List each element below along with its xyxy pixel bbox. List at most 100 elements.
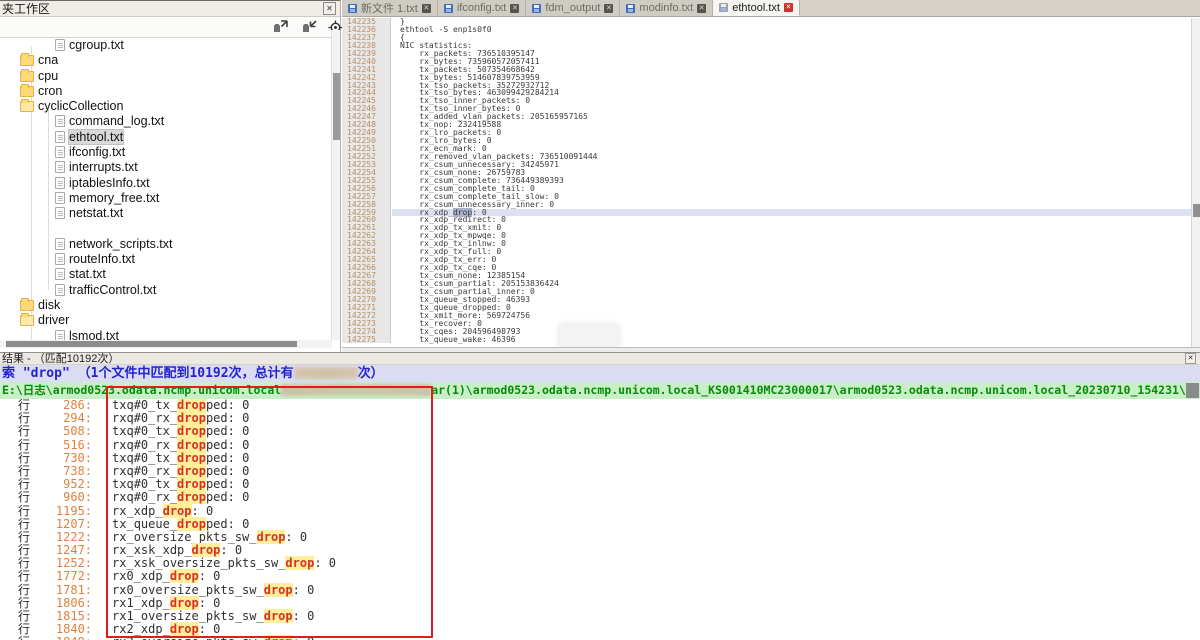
editor-vertical-scrollbar[interactable] bbox=[1191, 18, 1200, 347]
expand-all-icon[interactable] bbox=[273, 20, 289, 35]
line-text: rx_xdp_tx_inlnw: 0 bbox=[392, 240, 1191, 248]
line-prefix-label: 行 bbox=[18, 636, 30, 640]
tree-item-label: trafficControl.txt bbox=[69, 283, 156, 297]
tree-file-row[interactable]: trafficControl.txt bbox=[0, 283, 332, 298]
tree-file-row[interactable]: memory_free.txt bbox=[0, 191, 332, 206]
folder-icon bbox=[20, 86, 34, 97]
tree-file-row[interactable]: interrupts.txt bbox=[0, 160, 332, 175]
editor-tab[interactable]: 新文件 1.txt✕ bbox=[342, 0, 438, 16]
match-text: txq#0_tx_dropped: 0 bbox=[112, 399, 249, 412]
tab-close-icon[interactable]: ✕ bbox=[697, 4, 706, 13]
file-icon bbox=[55, 177, 65, 189]
file-icon bbox=[55, 131, 65, 143]
line-prefix-label: 行 bbox=[18, 425, 30, 438]
match-row[interactable]: 行1781:rx0_oversize_pkts_sw_drop: 0 bbox=[0, 584, 1200, 597]
match-highlight: drop bbox=[163, 504, 192, 518]
tree-gap-row bbox=[0, 222, 332, 237]
match-highlight: drop bbox=[177, 451, 206, 465]
match-row[interactable]: 行1849:rx2_oversize_pkts_sw_drop: 0 bbox=[0, 636, 1200, 640]
tree-file-row[interactable]: ifconfig.txt bbox=[0, 145, 332, 160]
line-text: rx_xdp_tx_mpwqe: 0 bbox=[392, 232, 1191, 240]
tab-close-icon[interactable]: ✕ bbox=[510, 4, 519, 13]
workspace-toolbar bbox=[0, 17, 340, 38]
tree-folder-row[interactable]: ›disk bbox=[0, 298, 332, 313]
match-highlight: drop bbox=[177, 411, 206, 425]
tree-file-row[interactable]: routeInfo.txt bbox=[0, 252, 332, 267]
file-icon bbox=[55, 115, 65, 127]
tree-item-label: cpu bbox=[38, 69, 58, 83]
match-text: txq#0_tx_dropped: 0 bbox=[112, 477, 249, 491]
tree-folder-row[interactable]: ⌄cyclicCollection bbox=[0, 99, 332, 114]
tab-close-icon[interactable]: ✕ bbox=[604, 4, 613, 13]
scrollbar-thumb[interactable] bbox=[6, 341, 297, 347]
tree-file-row[interactable]: cgroup.txt bbox=[0, 38, 332, 53]
tree-folder-row[interactable]: ›cna bbox=[0, 53, 332, 68]
collapse-all-icon[interactable] bbox=[302, 20, 318, 35]
workspace-vertical-scrollbar[interactable] bbox=[331, 30, 340, 340]
tree-file-row[interactable]: network_scripts.txt bbox=[0, 237, 332, 252]
tree-file-row[interactable]: ethtool.txt bbox=[0, 130, 332, 145]
match-highlight: drop bbox=[177, 424, 206, 438]
result-file-path[interactable]: E:\日志\armod0523.odata.ncmp.unicom.locala… bbox=[0, 382, 1200, 399]
match-highlight: drop bbox=[264, 609, 293, 623]
match-row[interactable]: 行1195:rx_xdp_drop: 0 bbox=[0, 505, 1200, 518]
tree-item-label: cgroup.txt bbox=[69, 38, 124, 52]
file-icon bbox=[55, 330, 65, 340]
match-highlight: drop bbox=[177, 399, 206, 412]
workspace-close-icon[interactable]: ✕ bbox=[323, 2, 336, 15]
line-prefix-label: 行 bbox=[18, 570, 30, 583]
match-line-number: 508: bbox=[30, 425, 92, 438]
match-row[interactable]: 行1772:rx0_xdp_drop: 0 bbox=[0, 570, 1200, 583]
match-row[interactable]: 行730:txq#0_tx_dropped: 0 bbox=[0, 452, 1200, 465]
file-icon bbox=[55, 253, 65, 265]
editor-tab-bar: 新文件 1.txt✕ifconfig.txt✕fdm_output✕modinf… bbox=[342, 0, 1200, 17]
tab-close-icon[interactable]: ✕ bbox=[784, 3, 793, 12]
editor-tab[interactable]: modinfo.txt✕ bbox=[620, 0, 713, 16]
match-line-number: 960: bbox=[30, 491, 92, 504]
tree-item-label: command_log.txt bbox=[69, 115, 164, 129]
editor-area[interactable]: 142235}142236ethtool -S enp1s0f0142237{1… bbox=[342, 18, 1191, 347]
tab-close-icon[interactable]: ✕ bbox=[422, 4, 431, 13]
folder-icon bbox=[20, 300, 34, 311]
file-icon bbox=[55, 238, 65, 250]
scrollbar-thumb[interactable] bbox=[1193, 204, 1200, 217]
match-text: rx2_oversize_pkts_sw_drop: 0 bbox=[112, 635, 314, 640]
save-icon bbox=[532, 4, 541, 13]
tree-file-row[interactable]: stat.txt bbox=[0, 267, 332, 282]
results-close-icon[interactable]: ✕ bbox=[1185, 353, 1196, 364]
tree-file-row[interactable]: lsmod.txt bbox=[0, 329, 332, 340]
match-row[interactable]: 行516:rxq#0_rx_dropped: 0 bbox=[0, 439, 1200, 452]
match-text: rx_xsk_xdp_drop: 0 bbox=[112, 543, 242, 557]
match-text: rxq#0_rx_dropped: 0 bbox=[112, 438, 249, 452]
match-row[interactable]: 行508:txq#0_tx_dropped: 0 bbox=[0, 425, 1200, 438]
scrollbar-thumb[interactable] bbox=[333, 73, 340, 140]
tree-file-row[interactable]: command_log.txt bbox=[0, 114, 332, 129]
match-text: rx_xsk_oversize_pkts_sw_drop: 0 bbox=[112, 556, 336, 570]
tree-file-row[interactable]: iptablesInfo.txt bbox=[0, 176, 332, 191]
match-text: rxq#0_rx_dropped: 0 bbox=[112, 464, 249, 478]
tree-file-row[interactable]: netstat.txt bbox=[0, 206, 332, 221]
line-text: rx_csum_unnecessary_inner: 0 bbox=[392, 201, 1191, 209]
search-summary-suffix: 次） bbox=[358, 366, 384, 381]
line-text: rx_xdp_tx_xmit: 0 bbox=[392, 224, 1191, 232]
editor-tab[interactable]: ethtool.txt✕ bbox=[713, 0, 800, 16]
tree-folder-row[interactable]: ⌄driver bbox=[0, 313, 332, 328]
tree-folder-row[interactable]: ›cron bbox=[0, 84, 332, 99]
match-line-number: 1195: bbox=[30, 505, 92, 518]
workspace-horizontal-scrollbar[interactable] bbox=[0, 340, 332, 348]
results-title: 结果 - （匹配10192次） bbox=[2, 353, 119, 365]
match-highlight: drop bbox=[177, 477, 206, 491]
editor-line[interactable]: 142275 tx_queue_wake: 46396 bbox=[342, 336, 1191, 344]
censor-blur-summary bbox=[294, 367, 358, 379]
editor-line[interactable]: 142236ethtool -S enp1s0f0 bbox=[342, 26, 1191, 34]
match-row[interactable]: 行960:rxq#0_rx_dropped: 0 bbox=[0, 491, 1200, 504]
tree-item-label: driver bbox=[38, 313, 69, 327]
editor-tab[interactable]: ifconfig.txt✕ bbox=[438, 0, 527, 16]
tree-item-label: netstat.txt bbox=[69, 206, 123, 220]
editor-tab[interactable]: fdm_output✕ bbox=[526, 0, 620, 16]
line-prefix-label: 行 bbox=[18, 491, 30, 504]
match-row[interactable]: 行1207:tx_queue_dropped: 0 bbox=[0, 518, 1200, 531]
file-path-part2: ar(1)\armod0523.odata.ncmp.unicom.local_… bbox=[431, 383, 1200, 397]
tree-folder-row[interactable]: ›cpu bbox=[0, 69, 332, 84]
search-summary-text: 索 "drop" （1个文件中匹配到10192次，总计有 bbox=[2, 366, 294, 381]
